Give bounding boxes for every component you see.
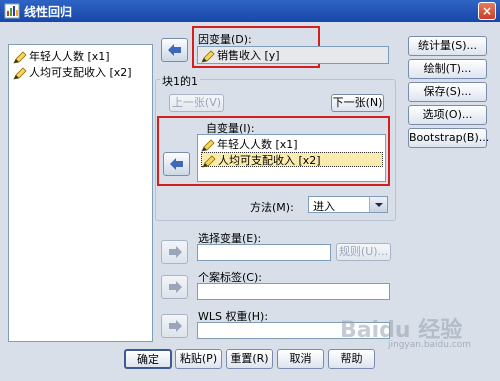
independent-list-item[interactable]: 年轻人人数 [x1]: [201, 137, 301, 152]
save-button[interactable]: 保存(S)...: [408, 82, 487, 102]
selection-variable-field[interactable]: [197, 244, 331, 261]
arrow-left-icon: [170, 158, 183, 170]
reset-button-label: 重置(R): [230, 352, 269, 365]
title-bar[interactable]: 线性回归 ×: [0, 0, 500, 22]
cancel-button-label: 取消: [289, 352, 312, 365]
dependent-variable-value: 销售收入 [y]: [217, 49, 280, 62]
next-block-button[interactable]: 下一张(N): [331, 94, 384, 112]
source-list-item[interactable]: 人均可支配收入 [x2]: [13, 65, 135, 80]
options-button-label: 选项(O)...: [422, 108, 473, 121]
help-button[interactable]: 帮助: [328, 349, 375, 369]
independent-list-item-selected[interactable]: 人均可支配收入 [x2]: [201, 152, 383, 168]
move-to-dependent-button[interactable]: [161, 38, 188, 62]
block-label: 块1的1: [160, 73, 200, 89]
source-item-label: 人均可支配收入 [x2]: [29, 66, 132, 79]
watermark-url: jingyan.baidu.com: [388, 340, 471, 350]
help-button-label: 帮助: [340, 352, 363, 365]
method-value: 进入: [313, 200, 335, 213]
rule-button-label: 规则(U)...: [338, 245, 389, 258]
arrow-left-icon: [168, 44, 181, 56]
ruler-pencil-icon: [201, 49, 215, 63]
paste-button[interactable]: 粘贴(P): [175, 349, 222, 369]
close-button[interactable]: ×: [478, 2, 496, 20]
source-item-label: 年轻人人数 [x1]: [29, 50, 110, 63]
bootstrap-button-label: Bootstrap(B)...: [409, 131, 490, 144]
paste-button-label: 粘贴(P): [179, 352, 218, 365]
ruler-pencil-icon: [13, 66, 27, 80]
watermark-url-text: jingyan.baidu.com: [388, 340, 472, 350]
chevron-down-icon: [375, 203, 383, 207]
dropdown-arrow[interactable]: [369, 197, 387, 212]
source-list-item[interactable]: 年轻人人数 [x1]: [13, 49, 113, 64]
dependent-label: 因变量(D):: [198, 33, 252, 46]
statistics-button-label: 统计量(S)...: [417, 39, 478, 52]
ruler-pencil-icon: [13, 50, 27, 64]
bootstrap-button[interactable]: Bootstrap(B)...: [408, 128, 490, 148]
cancel-button[interactable]: 取消: [277, 349, 324, 369]
ruler-pencil-icon: [202, 154, 216, 168]
method-select[interactable]: 进入: [308, 196, 388, 213]
independent-variable-list[interactable]: 年轻人人数 [x1] 人均可支配收入 [x2]: [197, 134, 386, 182]
move-to-independent-button[interactable]: [163, 152, 190, 176]
independent-item-label: 年轻人人数 [x1]: [217, 138, 298, 151]
dependent-variable-field[interactable]: 销售收入 [y]: [197, 46, 389, 64]
reset-button[interactable]: 重置(R): [226, 349, 273, 369]
case-labels-field[interactable]: [197, 283, 390, 300]
method-label: 方法(M):: [250, 201, 294, 214]
save-button-label: 保存(S)...: [423, 85, 472, 98]
independent-item-label: 人均可支配收入 [x2]: [218, 154, 321, 167]
ruler-pencil-icon: [201, 138, 215, 152]
plots-button[interactable]: 绘制(T)...: [408, 59, 487, 79]
source-variable-list[interactable]: 年轻人人数 [x1] 人均可支配收入 [x2]: [8, 44, 153, 342]
move-to-case-labels-button[interactable]: [161, 275, 188, 299]
ok-button-label: 确定: [137, 353, 159, 366]
next-block-label: 下一张(N): [332, 96, 383, 109]
window-title: 线性回归: [24, 5, 73, 19]
previous-block-button[interactable]: 上一张(V): [169, 94, 224, 112]
dependent-variable-item[interactable]: 销售收入 [y]: [201, 48, 283, 63]
spss-app-icon: [4, 3, 20, 19]
move-to-selection-button[interactable]: [161, 240, 188, 264]
options-button[interactable]: 选项(O)...: [408, 105, 487, 125]
plots-button-label: 绘制(T)...: [423, 62, 472, 75]
arrow-right-icon: [169, 320, 182, 332]
close-icon: ×: [481, 4, 493, 18]
move-to-wls-weight-button[interactable]: [161, 314, 188, 338]
statistics-button[interactable]: 统计量(S)...: [408, 36, 487, 56]
arrow-right-icon: [169, 246, 182, 258]
previous-block-label: 上一张(V): [171, 96, 222, 109]
ok-button[interactable]: 确定: [124, 349, 172, 369]
rule-button[interactable]: 规则(U)...: [336, 243, 391, 261]
arrow-right-icon: [169, 281, 182, 293]
